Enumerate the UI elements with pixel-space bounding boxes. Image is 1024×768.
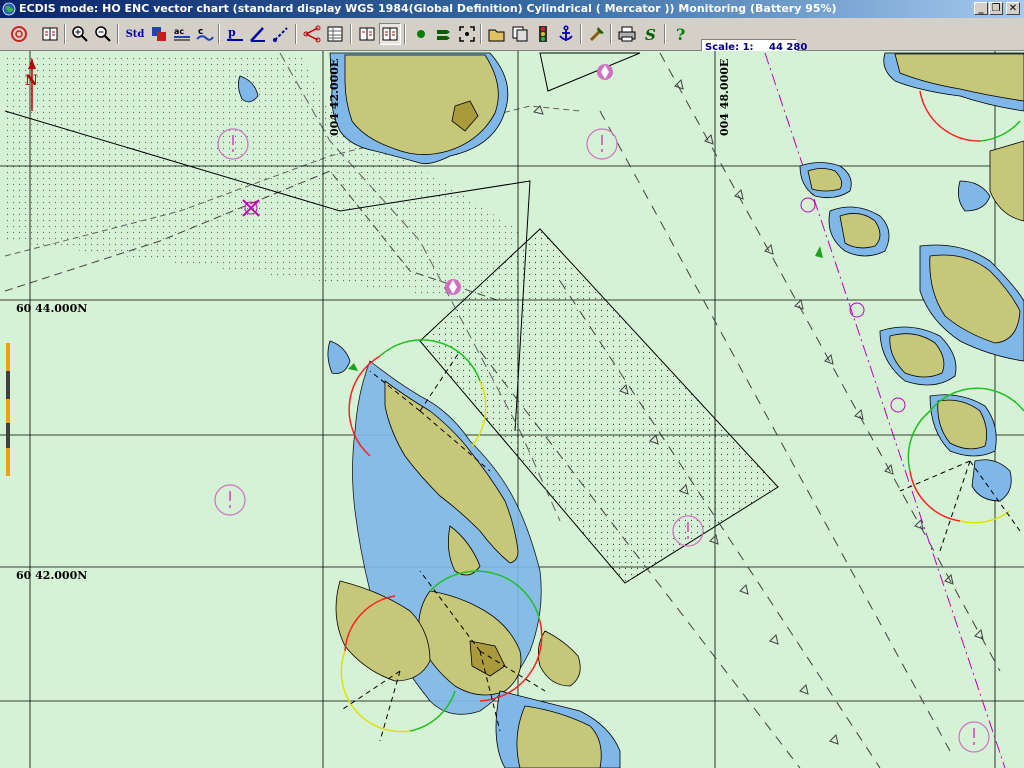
layers-icon[interactable] bbox=[148, 23, 170, 45]
chart-folio-icon[interactable] bbox=[356, 23, 378, 45]
std-display-label: Std bbox=[125, 28, 145, 40]
depth-scale-bar bbox=[6, 343, 10, 476]
ecdis-window: ECDIS mode: HO ENC vector chart (standar… bbox=[0, 0, 1024, 768]
globe-icon bbox=[2, 2, 16, 16]
route-icon[interactable] bbox=[301, 23, 323, 45]
toolbar-separator bbox=[64, 24, 66, 44]
toolbar-separator bbox=[117, 24, 119, 44]
chart-area[interactable]: N 60 44.000N 60 42.000N 004 42.000E 004 … bbox=[0, 51, 1024, 768]
svg-text:ac: ac bbox=[174, 27, 184, 36]
window-title: ECDIS mode: HO ENC vector chart (standar… bbox=[19, 2, 837, 15]
lon-label-48e: 004 48.000E bbox=[718, 58, 731, 136]
svg-text:?: ? bbox=[676, 25, 685, 43]
open-folder-icon[interactable] bbox=[486, 23, 508, 45]
traffic-light-icon[interactable] bbox=[532, 23, 554, 45]
toolbar-separator bbox=[295, 24, 297, 44]
toolbar: Std ac c p S ? Scale: 1: 44 280 bbox=[0, 18, 1024, 56]
toolbar-separator bbox=[480, 24, 482, 44]
dotted-area-top bbox=[539, 52, 641, 92]
route-edit-icon[interactable] bbox=[247, 23, 269, 45]
anchor-icon[interactable] bbox=[555, 23, 577, 45]
target-icon[interactable] bbox=[8, 23, 30, 45]
waypoint bbox=[800, 197, 816, 213]
current-icon[interactable] bbox=[433, 23, 455, 45]
waypoint bbox=[849, 302, 865, 318]
route-check-icon[interactable] bbox=[270, 23, 292, 45]
zoom-out-icon[interactable] bbox=[92, 23, 114, 45]
toolbar-separator bbox=[350, 24, 352, 44]
print-icon[interactable] bbox=[616, 23, 638, 45]
toolbar-separator bbox=[664, 24, 666, 44]
planning-icon[interactable]: p bbox=[224, 23, 246, 45]
chart-book-icon[interactable] bbox=[39, 23, 61, 45]
table-icon[interactable] bbox=[324, 23, 346, 45]
waypoint bbox=[890, 397, 906, 413]
minimize-button[interactable]: _ bbox=[974, 2, 988, 15]
tools-icon[interactable] bbox=[586, 23, 608, 45]
svg-text:p: p bbox=[228, 26, 236, 39]
text-labels-icon[interactable]: ac bbox=[171, 23, 193, 45]
svg-text:S: S bbox=[645, 26, 656, 43]
toolbar-separator bbox=[580, 24, 582, 44]
script-icon[interactable]: S bbox=[640, 23, 662, 45]
help-icon[interactable]: ? bbox=[670, 23, 692, 45]
std-display-button[interactable]: Std bbox=[123, 23, 147, 45]
nautical-chart[interactable]: N bbox=[0, 51, 1024, 768]
lat-label-44: 60 44.000N bbox=[16, 302, 88, 315]
chart-folio-active-icon[interactable] bbox=[379, 23, 401, 45]
depth-contour-icon[interactable]: c bbox=[194, 23, 216, 45]
fit-icon[interactable] bbox=[456, 23, 478, 45]
copy-icon[interactable] bbox=[509, 23, 531, 45]
position-icon[interactable] bbox=[410, 23, 432, 45]
toolbar-separator bbox=[610, 24, 612, 44]
restore-button[interactable]: ❐ bbox=[989, 2, 1003, 15]
toolbar-separator bbox=[404, 24, 406, 44]
title-bar[interactable]: ECDIS mode: HO ENC vector chart (standar… bbox=[0, 0, 1024, 18]
toolbar-separator bbox=[218, 24, 220, 44]
lat-label-42: 60 42.000N bbox=[16, 569, 88, 582]
north-arrow-label: N bbox=[25, 73, 38, 89]
zoom-in-icon[interactable] bbox=[69, 23, 91, 45]
lon-label-42e: 004 42.000E bbox=[328, 58, 341, 136]
close-button[interactable]: ✕ bbox=[1006, 2, 1020, 15]
